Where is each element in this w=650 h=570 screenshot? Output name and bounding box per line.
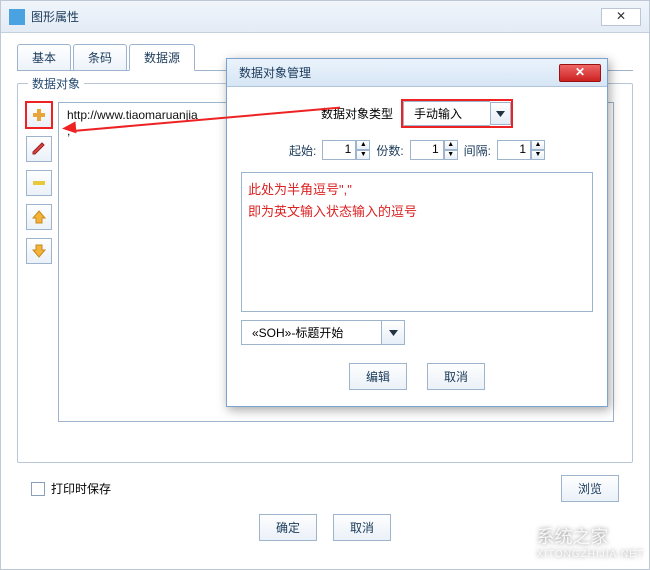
watermark: 系统之家 XITONGZHIJIA.NET bbox=[479, 524, 645, 564]
interval-label: 间隔: bbox=[464, 142, 491, 159]
copies-value[interactable]: 1 bbox=[410, 140, 444, 160]
copies-label: 份数: bbox=[376, 142, 403, 159]
spin-up-icon[interactable]: ▲ bbox=[531, 140, 545, 150]
save-on-print-checkbox[interactable] bbox=[31, 482, 45, 496]
spin-down-icon[interactable]: ▼ bbox=[356, 150, 370, 160]
numeric-row: 起始: 1 ▲▼ 份数: 1 ▲▼ 间隔: 1 ▲▼ bbox=[241, 140, 593, 160]
arrow-up-icon bbox=[31, 209, 47, 225]
interval-value[interactable]: 1 bbox=[497, 140, 531, 160]
bottom-row: 打印时保存 浏览 bbox=[31, 475, 619, 502]
ok-button[interactable]: 确定 bbox=[259, 514, 317, 541]
minus-icon bbox=[31, 175, 47, 191]
delete-button[interactable] bbox=[26, 170, 52, 196]
tool-column bbox=[26, 102, 52, 422]
type-label: 数据对象类型 bbox=[321, 105, 393, 122]
plus-icon bbox=[31, 107, 47, 123]
start-spinner[interactable]: 1 ▲▼ bbox=[322, 140, 370, 160]
start-label: 起始: bbox=[289, 142, 316, 159]
hint-line2: 即为英文输入状态输入的逗号 bbox=[248, 201, 586, 223]
app-icon bbox=[9, 9, 25, 25]
edit-button[interactable] bbox=[26, 136, 52, 162]
tab-datasource[interactable]: 数据源 bbox=[129, 44, 195, 71]
type-row: 数据对象类型 手动输入 bbox=[241, 99, 593, 128]
type-select[interactable]: 手动输入 bbox=[401, 99, 513, 128]
hint-line1: 此处为半角逗号"," bbox=[248, 179, 586, 201]
watermark-name: 系统之家 bbox=[537, 527, 645, 549]
start-value[interactable]: 1 bbox=[322, 140, 356, 160]
tab-basic[interactable]: 基本 bbox=[17, 44, 71, 70]
modal-titlebar: 数据对象管理 ✕ bbox=[227, 59, 607, 87]
spin-up-icon[interactable]: ▲ bbox=[444, 140, 458, 150]
main-titlebar: 图形属性 ✕ bbox=[1, 1, 649, 33]
spin-down-icon[interactable]: ▼ bbox=[444, 150, 458, 160]
modal-close-button[interactable]: ✕ bbox=[559, 64, 601, 82]
save-on-print-label: 打印时保存 bbox=[51, 480, 111, 497]
soh-select[interactable]: «SOH»-标题开始 bbox=[241, 320, 405, 345]
modal-edit-button[interactable]: 编辑 bbox=[349, 363, 407, 390]
watermark-logo-icon bbox=[479, 524, 529, 564]
modal-title: 数据对象管理 bbox=[239, 64, 553, 81]
spin-down-icon[interactable]: ▼ bbox=[531, 150, 545, 160]
arrow-down-icon bbox=[31, 243, 47, 259]
soh-value: «SOH»-标题开始 bbox=[241, 320, 381, 345]
content-textarea[interactable]: 此处为半角逗号"," 即为英文输入状态输入的逗号 bbox=[241, 172, 593, 312]
spin-up-icon[interactable]: ▲ bbox=[356, 140, 370, 150]
tab-barcode[interactable]: 条码 bbox=[73, 44, 127, 70]
copies-spinner[interactable]: 1 ▲▼ bbox=[410, 140, 458, 160]
move-down-button[interactable] bbox=[26, 238, 52, 264]
watermark-url: XITONGZHIJIA.NET bbox=[537, 549, 645, 561]
type-select-value: 手动输入 bbox=[403, 101, 490, 126]
browse-button[interactable]: 浏览 bbox=[561, 475, 619, 502]
group-legend: 数据对象 bbox=[28, 75, 84, 92]
add-button[interactable] bbox=[26, 102, 52, 128]
chevron-down-icon bbox=[381, 320, 405, 345]
interval-spinner[interactable]: 1 ▲▼ bbox=[497, 140, 545, 160]
data-object-manage-dialog: 数据对象管理 ✕ 数据对象类型 手动输入 起始: 1 ▲▼ 份数: 1 ▲▼ bbox=[226, 58, 608, 407]
modal-cancel-button[interactable]: 取消 bbox=[427, 363, 485, 390]
cancel-button[interactable]: 取消 bbox=[333, 514, 391, 541]
move-up-button[interactable] bbox=[26, 204, 52, 230]
modal-body: 数据对象类型 手动输入 起始: 1 ▲▼ 份数: 1 ▲▼ 间隔: 1 ▲ bbox=[227, 87, 607, 406]
main-close-button[interactable]: ✕ bbox=[601, 8, 641, 26]
pencil-icon bbox=[31, 141, 47, 157]
window-title: 图形属性 bbox=[31, 8, 595, 25]
chevron-down-icon bbox=[490, 102, 511, 125]
modal-buttons: 编辑 取消 bbox=[241, 363, 593, 390]
